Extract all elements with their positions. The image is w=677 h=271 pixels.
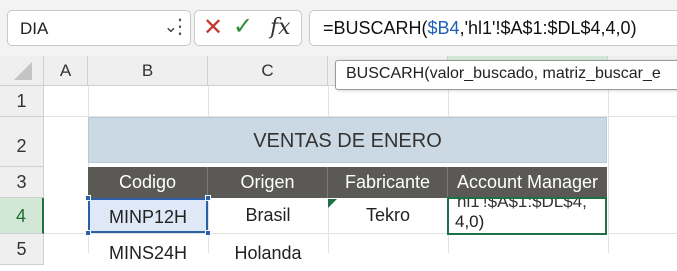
header-origen[interactable]: Origen [208, 167, 328, 198]
function-tooltip[interactable]: BUSCARH(valor_buscado, matriz_buscar_e [335, 60, 677, 90]
cell-b5[interactable]: MINS24H [88, 236, 208, 271]
formula-suffix: ,'hl1'!$A$1:$DL$4,4,0) [459, 18, 637, 38]
error-indicator-icon [328, 199, 337, 208]
header-account-manager[interactable]: Account Manager [448, 167, 607, 198]
header-codigo[interactable]: Codigo [88, 167, 208, 198]
row-header-2[interactable]: 2 [0, 117, 44, 167]
cell-e4-text: 4,0) [455, 212, 485, 231]
cell-e4-overflow-text: hl1'!$A$1:$DL$4, [457, 197, 587, 211]
cell-c4[interactable]: Brasil [208, 198, 328, 233]
gridline [448, 86, 449, 117]
row-header-3[interactable]: 3 [0, 167, 44, 198]
header-fabricante[interactable]: Fabricante [328, 167, 448, 198]
column-header-c[interactable]: C [208, 56, 328, 86]
gridline [88, 86, 89, 117]
gridline [608, 86, 609, 117]
row-header-1[interactable]: 1 [0, 86, 44, 117]
name-box-value: DIA [20, 19, 49, 38]
formula-prefix: =BUSCARH( [323, 18, 428, 38]
insert-function-icon[interactable]: fx [270, 14, 291, 42]
cell-c5[interactable]: Holanda [208, 236, 328, 271]
cell-e4-editing[interactable]: hl1'!$A$1:$DL$4, 4,0) [447, 197, 607, 235]
gridline [328, 86, 329, 117]
row-header-4[interactable]: 4 [0, 198, 44, 234]
gridline [608, 116, 609, 253]
table-title: VENTAS DE ENERO [253, 130, 442, 152]
table-title-cell[interactable]: VENTAS DE ENERO [88, 117, 607, 163]
cancel-icon[interactable]: ✕ [203, 15, 223, 41]
formula-ref-b4: $B4 [427, 18, 460, 38]
cell-b4-selection-border [88, 198, 208, 233]
resize-handle[interactable] [85, 195, 91, 201]
select-all-triangle-icon [14, 62, 32, 80]
cell-d4[interactable]: Tekro [328, 198, 448, 233]
formula-controls: ✕ ✓ fx [194, 10, 302, 46]
column-header-b[interactable]: B [88, 56, 208, 86]
formula-input[interactable]: =BUSCARH($B4,'hl1'!$A$1:$DL$4,4,0) [309, 10, 677, 46]
row-header-5[interactable]: 5 [0, 234, 44, 265]
more-options-icon[interactable]: ⋮ [170, 13, 190, 41]
column-header-a[interactable]: A [44, 56, 88, 86]
enter-icon[interactable]: ✓ [233, 14, 253, 40]
gridline [208, 86, 209, 117]
name-box[interactable]: DIA ⌄ [7, 10, 191, 46]
